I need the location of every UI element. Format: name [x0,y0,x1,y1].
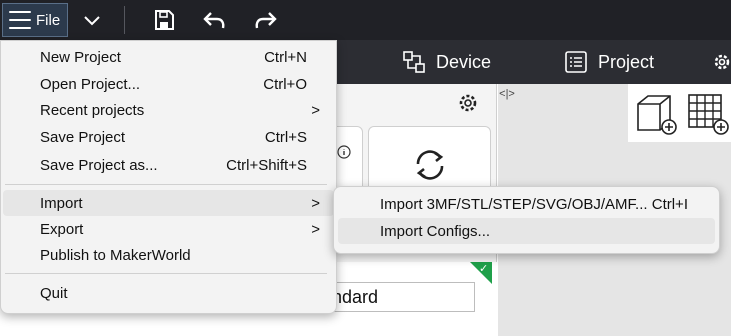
add-cube-icon[interactable] [634,92,678,136]
submenu-item-import-configs[interactable]: Import Configs... [338,218,715,244]
menu-item-open-project[interactable]: Open Project... Ctrl+O [3,71,334,97]
menu-item-shortcut: Ctrl+N [264,48,307,66]
menu-item-label: Quit [40,284,68,302]
menu-item-quit[interactable]: Quit [3,280,334,306]
menu-item-shortcut: Ctrl+Shift+S [226,156,307,174]
file-menu-button[interactable]: File [2,3,68,37]
sync-icon [416,150,443,180]
menu-item-label: Recent projects [40,101,145,119]
tab-project-label: Project [598,51,655,72]
menu-item-export[interactable]: Export > [3,216,334,242]
project-icon [564,50,588,74]
hamburger-icon [9,11,31,29]
collapse-sidebar-icon[interactable]: <|> [498,84,516,104]
undo-icon[interactable] [202,8,226,32]
toolbar-divider [124,6,125,34]
menu-item-new-project[interactable]: New Project Ctrl+N [3,44,334,70]
import-submenu: Import 3MF/STL/STEP/SVG/OBJ/AMF... Ctrl+… [333,186,720,254]
submenu-item-shortcut: Ctrl+I [651,195,688,213]
menu-item-shortcut: Ctrl+O [263,75,307,93]
file-dropdown-menu: New Project Ctrl+N Open Project... Ctrl+… [0,40,337,314]
viewport-toolbar [628,84,731,142]
device-icon [402,50,426,74]
menu-item-save-project[interactable]: Save Project Ctrl+S [3,124,334,150]
file-menu-label: File [36,11,61,29]
tab-project[interactable]: Project [564,48,654,76]
check-icon: ✓ [479,263,489,275]
submenu-arrow-icon: > [311,220,320,238]
menu-item-label: Export [40,220,84,238]
menu-separator [5,184,327,185]
top-toolbar: File [0,0,731,40]
menu-item-label: Publish to MakerWorld [40,246,191,264]
tab-device-label: Device [436,51,492,72]
submenu-arrow-icon: > [311,101,320,119]
redo-icon[interactable] [254,8,278,32]
menu-item-label: Open Project... [40,75,141,93]
add-plate-grid-icon[interactable] [686,92,730,136]
submenu-item-label: Import 3MF/STL/STEP/SVG/OBJ/AMF... [380,195,648,213]
menu-item-shortcut: Ctrl+S [264,128,307,146]
menu-item-import[interactable]: Import > [3,190,334,216]
settings-gear-icon[interactable] [712,48,731,76]
menu-separator [5,273,327,274]
tab-device[interactable]: Device [402,48,491,76]
submenu-item-import-3mf[interactable]: Import 3MF/STL/STEP/SVG/OBJ/AMF... Ctrl+… [338,191,715,217]
submenu-item-label: Import Configs... [380,222,491,240]
menu-item-recent-projects[interactable]: Recent projects > [3,97,334,123]
menu-item-publish-makerworld[interactable]: Publish to MakerWorld [3,242,334,268]
panel-settings-icon[interactable] [457,92,479,114]
menu-item-save-project-as[interactable]: Save Project as... Ctrl+Shift+S [3,152,334,178]
menu-item-label: Save Project [40,128,126,146]
submenu-arrow-icon: > [311,194,320,212]
info-icon[interactable] [337,145,351,159]
menu-item-label: Save Project as... [40,156,158,174]
save-icon[interactable] [152,8,176,32]
menu-item-label: Import [40,194,83,212]
menu-item-label: New Project [40,48,121,66]
chevron-down-icon[interactable] [80,8,104,32]
